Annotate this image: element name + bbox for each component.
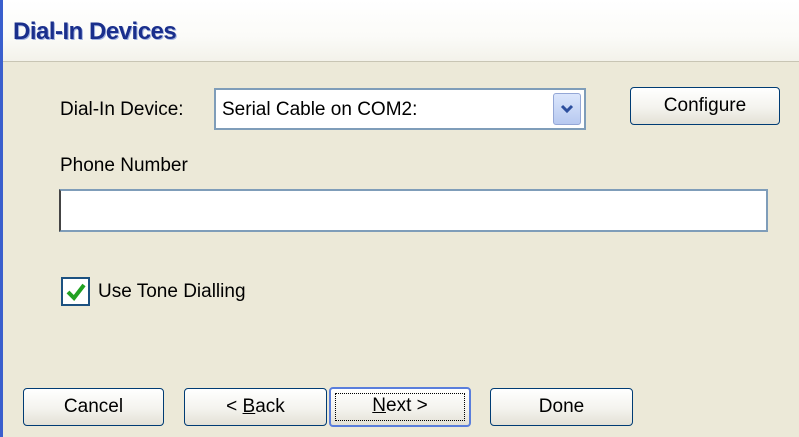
cancel-button[interactable]: Cancel xyxy=(23,388,164,426)
configure-button[interactable]: Configure xyxy=(630,87,780,125)
dialog-window: Dial-In Devices Dial-In Device: Serial C… xyxy=(0,0,799,437)
dropdown-button[interactable] xyxy=(553,93,581,125)
next-button[interactable]: Next > xyxy=(329,387,471,427)
window-title: Dial-In Devices xyxy=(13,18,177,45)
back-button[interactable]: < Back xyxy=(184,388,327,426)
chevron-down-icon xyxy=(560,104,574,114)
tone-dialling-label[interactable]: Use Tone Dialling xyxy=(98,281,246,303)
title-bar: Dial-In Devices xyxy=(3,0,799,62)
tone-dialling-checkbox[interactable] xyxy=(61,277,90,306)
checkmark-icon xyxy=(66,283,86,302)
phone-number-input[interactable] xyxy=(59,189,768,232)
done-button[interactable]: Done xyxy=(490,388,633,426)
phone-number-label: Phone Number xyxy=(60,155,188,176)
dial-in-device-select[interactable]: Serial Cable on COM2: xyxy=(214,88,586,130)
dial-in-device-value: Serial Cable on COM2: xyxy=(222,99,418,120)
dial-in-device-label: Dial-In Device: xyxy=(60,99,184,120)
